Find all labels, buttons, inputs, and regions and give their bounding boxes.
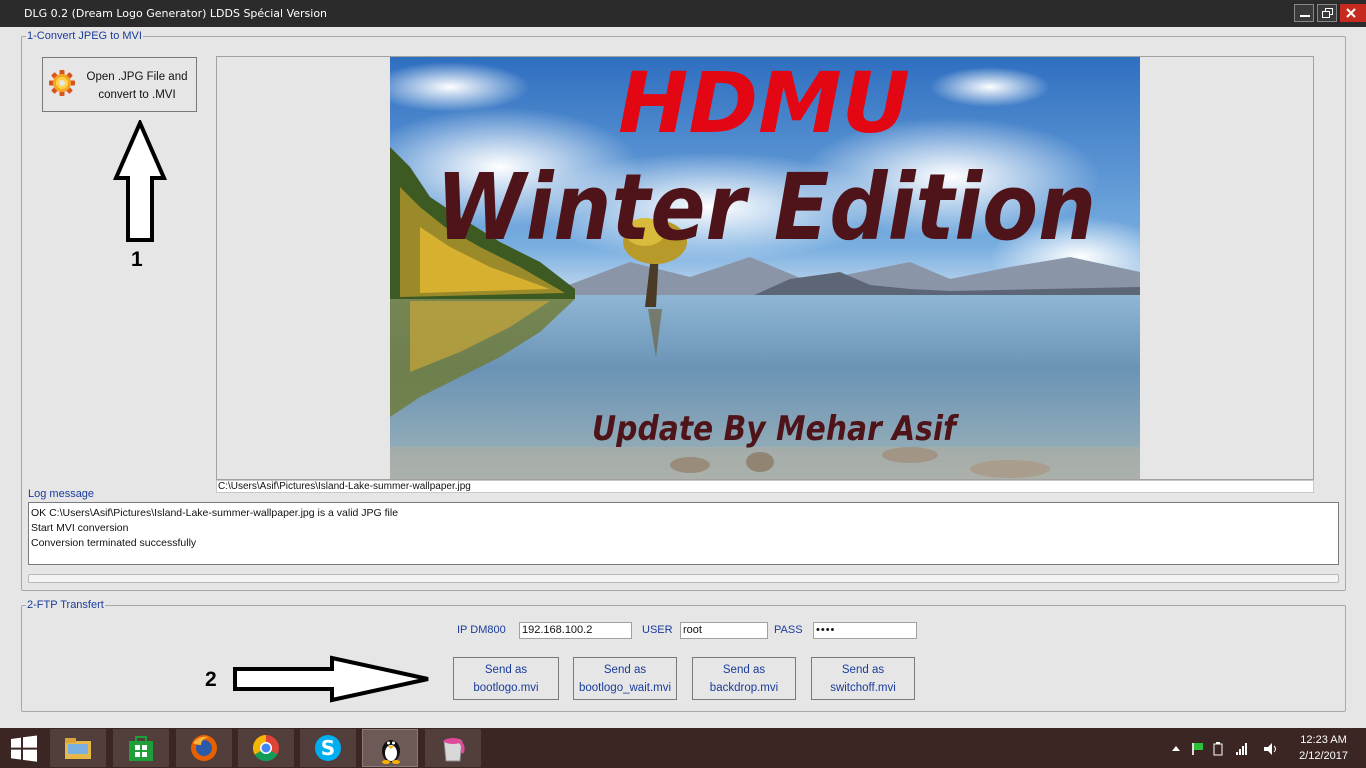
taskbar-chrome[interactable] <box>238 729 294 767</box>
user-input[interactable]: root <box>680 622 768 639</box>
clock-date: 2/12/2017 <box>1299 750 1348 762</box>
image-credit-text: Update By Mehar Asif <box>592 409 960 449</box>
paint-bucket-icon <box>443 738 465 762</box>
log-line: Start MVI conversion <box>31 522 129 534</box>
file-path-field: C:\Users\Asif\Pictures\Island-Lake-summe… <box>216 480 1314 493</box>
skype-icon: S <box>315 735 341 761</box>
send-switchoff-button[interactable]: Send as switchoff.mvi <box>811 657 915 700</box>
image-headline-text: HDMU <box>618 57 910 152</box>
start-button[interactable] <box>0 729 56 767</box>
image-subheadline-text: Winter Edition <box>436 154 1096 261</box>
send-button-line1: Send as <box>841 664 885 676</box>
ip-label: IP DM800 <box>457 624 506 636</box>
send-button-line2: backdrop.mvi <box>709 682 779 694</box>
log-message-label: Log message <box>28 488 95 500</box>
send-button-line1: Send as <box>484 664 528 676</box>
send-bootlogo-wait-button[interactable]: Send as bootlogo_wait.mvi <box>573 657 677 700</box>
minimize-button[interactable] <box>1294 4 1314 22</box>
linux-tux-icon <box>382 740 400 764</box>
preview-image: HDMU Winter Edition Update By Mehar Asif <box>390 57 1140 479</box>
ip-input[interactable]: 192.168.100.2 <box>519 622 632 639</box>
taskbar-clock[interactable]: 12:23 AM 2/12/2017 <box>1299 732 1348 764</box>
close-button[interactable] <box>1340 4 1366 22</box>
taskbar: S <box>0 728 1366 768</box>
log-line: Conversion terminated successfully <box>31 537 197 549</box>
log-message-box[interactable]: OK C:\Users\Asif\Pictures\Island-Lake-su… <box>28 502 1339 565</box>
send-button-line1: Send as <box>603 664 647 676</box>
open-button-line2: convert to .MVI <box>98 89 176 101</box>
send-backdrop-button[interactable]: Send as backdrop.mvi <box>692 657 796 700</box>
taskbar-file-explorer[interactable] <box>50 729 106 767</box>
gear-icon <box>49 70 75 96</box>
window-title: DLG 0.2 (Dream Logo Generator) LDDS Spéc… <box>24 7 328 20</box>
send-button-line2: bootlogo.mvi <box>473 682 539 694</box>
window-titlebar: DLG 0.2 (Dream Logo Generator) LDDS Spéc… <box>0 0 1366 27</box>
pass-label: PASS <box>774 624 803 636</box>
send-button-line1: Send as <box>722 664 766 676</box>
system-tray-icons[interactable] <box>1170 741 1280 757</box>
user-label: USER <box>642 624 673 636</box>
taskbar-skype[interactable]: S <box>300 729 356 767</box>
restore-button[interactable] <box>1317 4 1337 22</box>
chrome-icon <box>252 734 279 762</box>
taskbar-paint[interactable] <box>425 729 481 767</box>
password-input[interactable]: •••• <box>813 622 917 639</box>
step-1-label: 1 <box>131 248 143 271</box>
conversion-progress-bar <box>28 574 1339 583</box>
file-explorer-icon <box>65 738 91 759</box>
ftp-group-legend: 2-FTP Transfert <box>26 599 105 611</box>
taskbar-dlg-app[interactable] <box>362 729 418 767</box>
store-icon <box>129 736 153 761</box>
clock-time: 12:23 AM <box>1300 734 1347 746</box>
convert-group-legend: 1-Convert JPEG to MVI <box>26 30 143 42</box>
send-button-line2: bootlogo_wait.mvi <box>578 682 672 694</box>
up-arrow-annotation <box>112 120 168 242</box>
step-2-label: 2 <box>205 668 217 691</box>
taskbar-store[interactable] <box>113 729 169 767</box>
firefox-icon <box>191 735 217 761</box>
tray-overflow-icon <box>1172 746 1180 751</box>
send-bootlogo-button[interactable]: Send as bootlogo.mvi <box>453 657 559 700</box>
send-button-line2: switchoff.mvi <box>830 682 896 694</box>
svg-text:S: S <box>321 736 335 760</box>
log-line: OK C:\Users\Asif\Pictures\Island-Lake-su… <box>31 507 399 519</box>
taskbar-firefox[interactable] <box>176 729 232 767</box>
open-button-line1: Open .JPG File and <box>86 71 188 83</box>
start-icon <box>11 735 37 762</box>
open-jpg-button[interactable]: Open .JPG File and convert to .MVI <box>42 57 197 112</box>
right-arrow-annotation <box>233 655 429 703</box>
